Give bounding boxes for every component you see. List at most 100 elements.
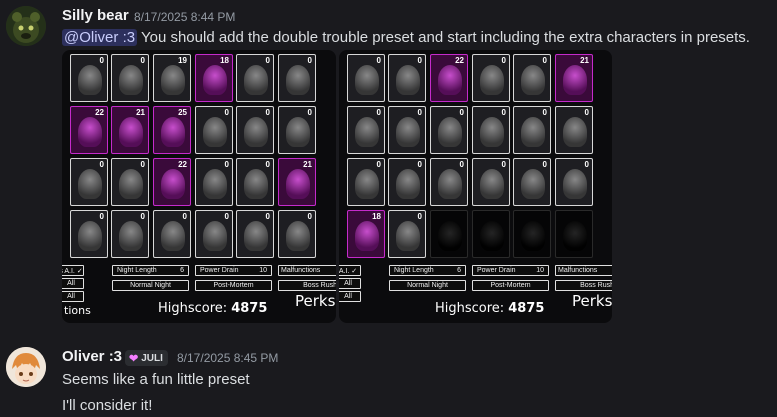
character-card[interactable]: 21 (278, 158, 316, 206)
toggle-button[interactable]: A.I. ✓ (339, 265, 361, 276)
toggle-button[interactable]: All (62, 278, 84, 289)
character-portrait-icon (244, 169, 268, 199)
post-mortem-button[interactable]: Post-Mortem (195, 280, 272, 291)
character-card[interactable]: 0 (236, 54, 274, 102)
character-card[interactable]: 0 (70, 158, 108, 206)
toggle-button[interactable]: s A.I. ✓ (62, 265, 84, 276)
username[interactable]: Silly bear (62, 7, 129, 24)
character-card[interactable]: 19 (153, 54, 191, 102)
night-length-setting[interactable]: Night Length 6 (389, 265, 466, 276)
normal-night-button[interactable]: Normal Night (112, 280, 189, 291)
character-card[interactable]: 0 (236, 210, 274, 258)
character-portrait-icon (521, 65, 545, 95)
character-card[interactable]: 0 (236, 106, 274, 154)
character-portrait-icon (563, 65, 587, 95)
character-card[interactable]: 0 (153, 210, 191, 258)
character-card[interactable]: 0 (70, 210, 108, 258)
character-card[interactable]: 0 (472, 54, 510, 102)
ai-level: 0 (376, 108, 381, 117)
character-card[interactable]: 0 (388, 158, 426, 206)
character-card[interactable]: 0 (70, 54, 108, 102)
character-portrait-icon (480, 169, 504, 199)
character-card[interactable] (430, 210, 468, 258)
character-card[interactable]: 0 (278, 106, 316, 154)
character-card[interactable]: 0 (513, 106, 551, 154)
perks-label[interactable]: Perks (572, 292, 612, 310)
character-portrait-icon (161, 117, 185, 147)
character-card[interactable]: 0 (472, 158, 510, 206)
character-card[interactable]: 18 (347, 210, 385, 258)
ai-level: 0 (542, 56, 547, 65)
user-mention[interactable]: @Oliver :3 (62, 29, 138, 46)
image-attachment[interactable]: 0 0 22 0 0 21 0 0 0 0 0 0 0 0 0 0 0 0 18 0 A.I. ✓ All All Night… (339, 50, 612, 323)
guild-tag-badge[interactable]: ❤ JULI (125, 350, 168, 366)
character-card[interactable]: 0 (513, 54, 551, 102)
avatar[interactable] (6, 6, 46, 46)
character-card[interactable]: 18 (195, 54, 233, 102)
toggle-button[interactable]: All (339, 278, 361, 289)
power-drain-label: Power Drain (477, 267, 516, 274)
character-card[interactable]: 0 (347, 54, 385, 102)
character-card[interactable]: 0 (388, 210, 426, 258)
image-attachment[interactable]: 0 0 19 18 0 0 22 21 25 0 0 0 0 0 22 0 0 21 0 0 0 0 0 0 s A.I. ✓ A… (62, 50, 336, 323)
character-card[interactable]: 0 (347, 158, 385, 206)
toggle-button[interactable]: All (339, 291, 361, 302)
boss-rush-button[interactable]: Boss Rush (555, 280, 612, 291)
character-card[interactable]: 0 (430, 158, 468, 206)
perks-label[interactable]: Perks (295, 292, 335, 310)
character-card[interactable] (472, 210, 510, 258)
message-body: You should add the double trouble preset… (137, 29, 750, 46)
character-card[interactable]: 22 (430, 54, 468, 102)
post-mortem-button[interactable]: Post-Mortem (472, 280, 549, 291)
message-line: Seems like a fun little preset (62, 371, 250, 388)
character-card[interactable]: 0 (278, 54, 316, 102)
character-card[interactable]: 0 (111, 158, 149, 206)
character-card[interactable]: 0 (388, 54, 426, 102)
character-card[interactable]: 0 (111, 210, 149, 258)
character-card[interactable]: 0 (195, 106, 233, 154)
character-portrait-icon (396, 221, 420, 251)
power-drain-setting[interactable]: Power Drain 10 (472, 265, 549, 276)
character-card[interactable]: 0 (472, 106, 510, 154)
character-card[interactable]: 22 (70, 106, 108, 154)
night-length-label: Night Length (394, 267, 434, 274)
character-card[interactable]: 0 (513, 158, 551, 206)
username[interactable]: Oliver :3 (62, 348, 122, 365)
character-portrait-icon (78, 221, 102, 251)
night-length-setting[interactable]: Night Length 6 (112, 265, 189, 276)
character-card[interactable]: 0 (195, 158, 233, 206)
character-card[interactable]: 0 (236, 158, 274, 206)
normal-night-button[interactable]: Normal Night (389, 280, 466, 291)
character-card[interactable]: 0 (278, 210, 316, 258)
character-portrait-icon (78, 65, 102, 95)
boss-rush-button[interactable]: Boss Rush (278, 280, 336, 291)
character-card[interactable]: 0 (430, 106, 468, 154)
malfunctions-button[interactable]: Malfunctions (555, 265, 612, 276)
character-card[interactable] (555, 210, 593, 258)
character-card[interactable]: 21 (111, 106, 149, 154)
ai-level: 0 (265, 212, 270, 221)
character-portrait-icon (244, 65, 268, 95)
toggle-button[interactable]: All (62, 291, 84, 302)
avatar[interactable] (6, 347, 46, 387)
highscore-value: 4875 (508, 301, 545, 316)
character-card[interactable]: 22 (153, 158, 191, 206)
character-card[interactable]: 21 (555, 54, 593, 102)
character-card[interactable]: 0 (388, 106, 426, 154)
character-card[interactable]: 0 (111, 54, 149, 102)
character-card[interactable]: 0 (195, 210, 233, 258)
highscore-label: Highscore: (158, 301, 228, 316)
power-drain-setting[interactable]: Power Drain 10 (195, 265, 272, 276)
character-card[interactable] (513, 210, 551, 258)
character-card[interactable]: 0 (555, 158, 593, 206)
character-card[interactable]: 0 (555, 106, 593, 154)
character-portrait-icon (286, 169, 310, 199)
anime-avatar-icon (6, 347, 46, 387)
night-length-value: 6 (457, 267, 461, 274)
options-label: tions (64, 304, 91, 317)
character-card[interactable]: 25 (153, 106, 191, 154)
character-card[interactable]: 0 (347, 106, 385, 154)
malfunctions-button[interactable]: Malfunctions (278, 265, 336, 276)
ai-level: 0 (265, 160, 270, 169)
ai-level: 0 (501, 56, 506, 65)
